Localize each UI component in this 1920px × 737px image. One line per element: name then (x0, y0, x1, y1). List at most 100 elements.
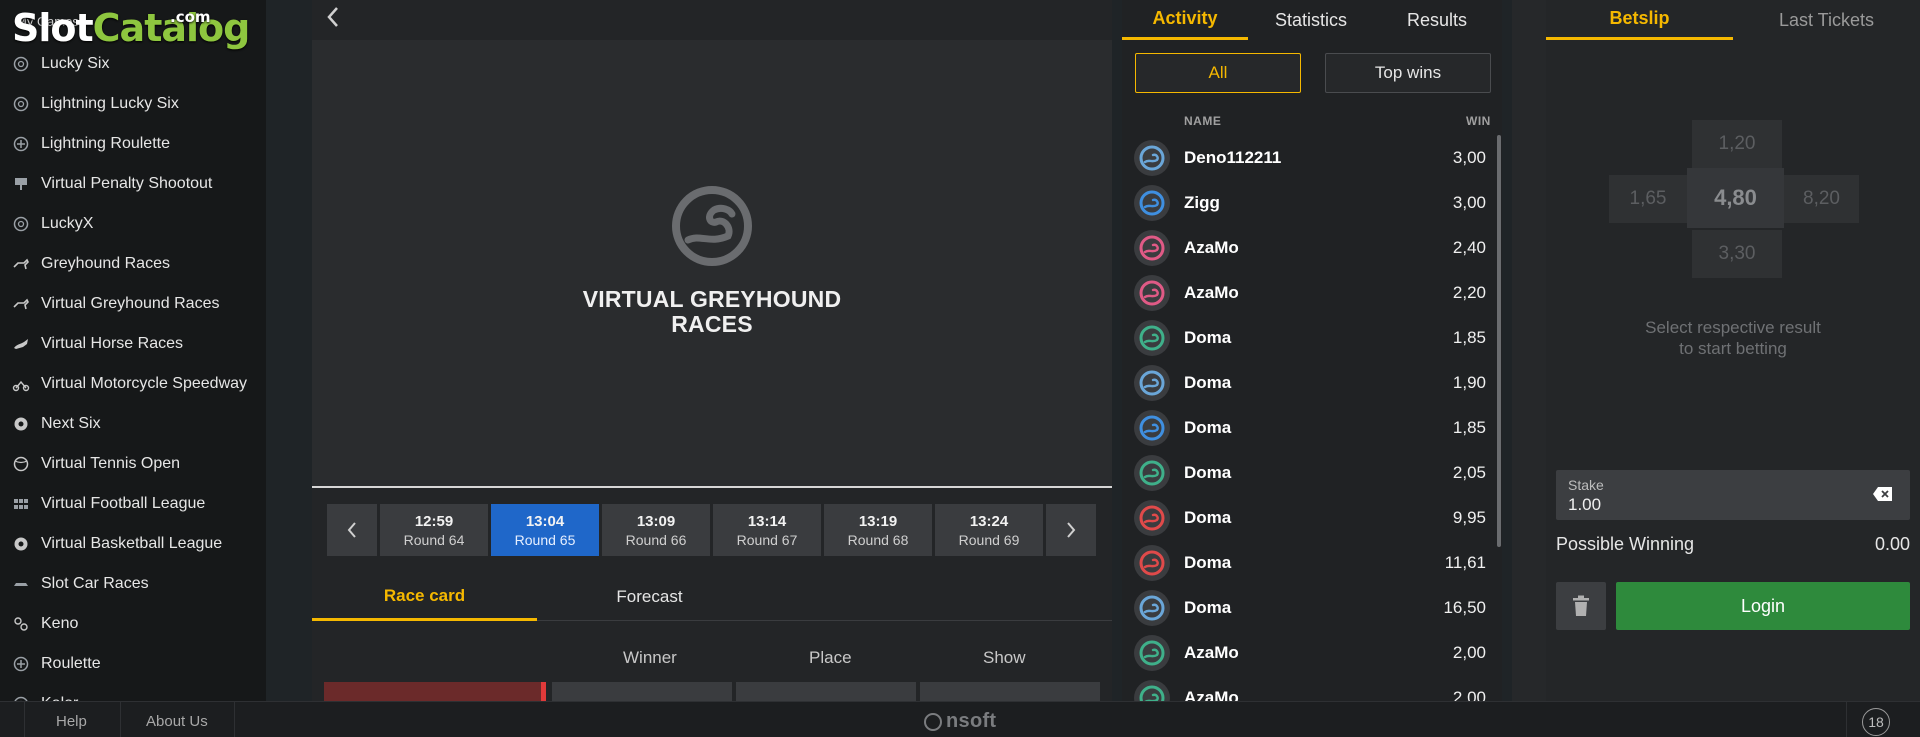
hint-line1: Select respective result (1645, 318, 1821, 337)
list-item: Doma 11,61 (1134, 540, 1494, 585)
clear-betslip-button[interactable] (1556, 582, 1606, 630)
player-win: 2,00 (1452, 642, 1486, 662)
round-time: 13:04 (525, 512, 565, 530)
stake-input[interactable]: Stake 1.00 (1556, 470, 1910, 520)
sidebar-item-roulette[interactable]: Roulette (0, 644, 266, 684)
horse-icon (12, 335, 30, 353)
tab-forecast[interactable]: Forecast (537, 573, 762, 621)
tab-results[interactable]: Results (1374, 0, 1500, 40)
round-5[interactable]: 13:19 Round 68 (824, 504, 932, 556)
sidebar-item-greyhound-races[interactable]: Greyhound Races (0, 244, 266, 284)
footer-divider (120, 702, 121, 737)
odd-left: 1,65 (1609, 175, 1687, 223)
greyhound-logo-icon (672, 186, 752, 266)
player-avatar-icon (1134, 319, 1170, 356)
sidebar-item-lightning-roulette[interactable]: Lightning Roulette (0, 124, 266, 164)
player-name: AzaMo (1184, 237, 1239, 257)
list-header-win: WIN (1466, 114, 1491, 128)
filter-all-button[interactable]: All (1135, 53, 1301, 93)
sidebar-item-virtual-basketball-league[interactable]: Virtual Basketball League (0, 524, 266, 564)
list-item: Doma 9,95 (1134, 495, 1494, 540)
sidebar-item-label: Virtual Basketball League (41, 535, 223, 552)
back-button[interactable] (318, 2, 348, 32)
round-4[interactable]: 13:14 Round 67 (713, 504, 821, 556)
keno-icon (12, 615, 30, 633)
sidebar-item-next-six[interactable]: Next Six (0, 404, 266, 444)
video-title-line1: VIRTUAL GREYHOUND (582, 286, 842, 312)
nsoft-logo: nsoft (924, 710, 996, 733)
video-title: VIRTUAL GREYHOUND RACES (312, 287, 1112, 337)
player-win: 1,85 (1452, 417, 1486, 437)
tab-last-tickets[interactable]: Last Tickets (1733, 0, 1920, 40)
odd-top: 1,20 (1692, 120, 1782, 168)
list-item: AzaMo 2,00 (1134, 630, 1494, 675)
sidebar-item-virtual-motorcycle-speedway[interactable]: Virtual Motorcycle Speedway (0, 364, 266, 404)
tab-activity[interactable]: Activity (1122, 0, 1248, 40)
backspace-icon[interactable] (1872, 486, 1894, 502)
penalty-icon (12, 175, 30, 193)
sidebar-item-label: Slot Car Races (41, 575, 149, 592)
player-avatar-icon (1134, 544, 1170, 581)
player-avatar-icon (1134, 409, 1170, 446)
login-button[interactable]: Login (1616, 582, 1910, 630)
player-win: 16,50 (1443, 597, 1486, 617)
footer-divider (1846, 702, 1847, 737)
round-6[interactable]: 13:24 Round 69 (935, 504, 1043, 556)
mid-gutter (1112, 0, 1122, 701)
sidebar-item-lightning-lucky-six[interactable]: Lightning Lucky Six (0, 84, 266, 124)
player-avatar-icon (1134, 454, 1170, 491)
odd-center: 4,80 (1687, 168, 1784, 228)
list-item: Doma 1,90 (1134, 360, 1494, 405)
sidebar-item-virtual-football-league[interactable]: Virtual Football League (0, 484, 266, 524)
list-item: Doma 1,85 (1134, 405, 1494, 450)
rounds-next-button[interactable] (1046, 504, 1096, 556)
list-item: Doma 1,85 (1134, 315, 1494, 360)
sidebar-item-kolor[interactable]: Kolor (0, 684, 266, 701)
player-avatar-icon (1134, 499, 1170, 536)
trash-icon (1573, 595, 1589, 616)
race-tabs: Race card Forecast (312, 573, 1112, 621)
sidebar-item-virtual-greyhound-races[interactable]: Virtual Greyhound Races (0, 284, 266, 324)
roulette-icon (12, 135, 30, 153)
age-restriction-badge: 18 (1862, 708, 1890, 736)
help-link[interactable]: Help (56, 713, 87, 730)
sidebar-item-virtual-horse-races[interactable]: Virtual Horse Races (0, 324, 266, 364)
sidebar-item-keno[interactable]: Keno (0, 604, 266, 644)
round-3[interactable]: 13:09 Round 66 (602, 504, 710, 556)
player-win: 2,05 (1452, 462, 1486, 482)
app-root: My Games SlotCatalog .com Lucky Six Light… (0, 0, 1920, 737)
player-avatar-icon (1134, 139, 1170, 176)
betslip-hint: Select respective result to start bettin… (1546, 317, 1920, 359)
tennis-icon (12, 455, 30, 473)
sidebar-item-virtual-tennis-open[interactable]: Virtual Tennis Open (0, 444, 266, 484)
col-show: Show (983, 648, 1026, 667)
round-time: 13:24 (969, 512, 1009, 530)
slot-car-icon (12, 575, 30, 593)
round-number: Round 68 (847, 531, 909, 548)
round-2[interactable]: 13:04 Round 65 (491, 504, 599, 556)
filter-top-wins-button[interactable]: Top wins (1325, 53, 1491, 93)
sidebar-item-lucky-six[interactable]: Lucky Six (0, 44, 266, 84)
about-us-link[interactable]: About Us (146, 713, 208, 730)
round-1[interactable]: 12:59 Round 64 (380, 504, 488, 556)
round-number: Round 67 (736, 531, 798, 548)
sidebar-item-virtual-penalty-shootout[interactable]: Virtual Penalty Shootout (0, 164, 266, 204)
activity-list: Deno112211 3,00 Zigg 3,00 AzaMo 2,40 AzaMo 2,20… (1134, 135, 1494, 720)
tab-statistics[interactable]: Statistics (1248, 0, 1374, 40)
activity-scrollbar[interactable] (1497, 135, 1501, 547)
player-win: 11,61 (1444, 552, 1486, 572)
tab-betslip[interactable]: Betslip (1546, 0, 1733, 40)
tab-race-card[interactable]: Race card (312, 573, 537, 621)
sidebar-item-luckyx[interactable]: LuckyX (0, 204, 266, 244)
player-avatar-icon (1134, 589, 1170, 626)
round-time: 12:59 (414, 512, 454, 530)
player-name: Doma (1184, 417, 1232, 437)
player-win: 3,00 (1452, 147, 1486, 167)
footer: Help About Us nsoft 18 (0, 701, 1920, 737)
sidebar-item-label: Virtual Greyhound Races (41, 295, 220, 312)
rounds-prev-button[interactable] (327, 504, 377, 556)
sidebar-item-label: Lightning Lucky Six (41, 95, 179, 112)
player-avatar-icon (1134, 634, 1170, 671)
sidebar-item-slot-car-races[interactable]: Slot Car Races (0, 564, 266, 604)
player-win: 9,95 (1452, 507, 1486, 527)
